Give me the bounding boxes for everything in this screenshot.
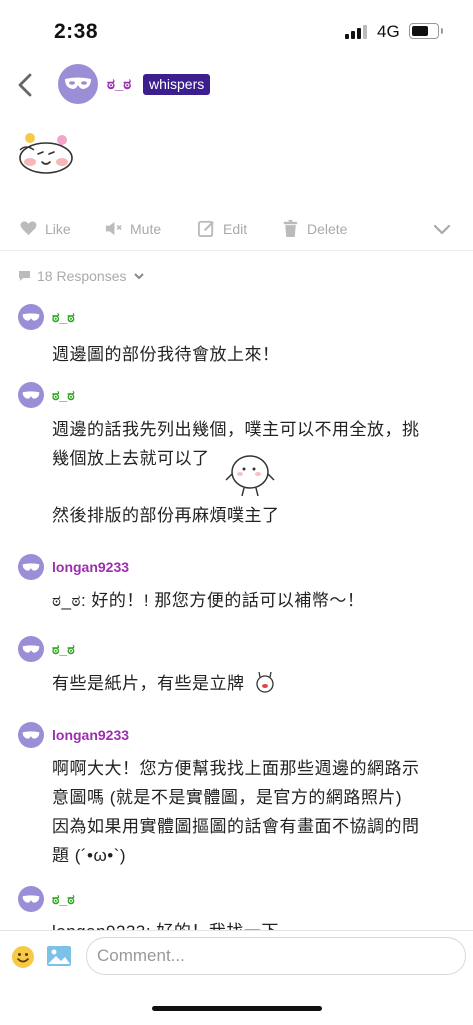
- edit-icon: [197, 220, 214, 238]
- blob-sticker-image: [225, 455, 275, 497]
- home-indicator: [152, 1006, 322, 1011]
- commenter-avatar[interactable]: [18, 636, 44, 662]
- bunny-sticker-image: [256, 671, 274, 693]
- status-time: 2:38: [54, 20, 99, 43]
- commenter-name[interactable]: longan9233: [52, 559, 129, 575]
- post-action-bar: Like Mute Edit Delete: [0, 214, 473, 251]
- network-label: 4G: [377, 22, 400, 41]
- responses-count: 18 Responses: [37, 268, 127, 284]
- edit-button[interactable]: Edit: [197, 219, 247, 238]
- status-bar: 2:38 4G: [0, 0, 473, 62]
- comment-line: 週邊的話我先列出幾個，噗主可以不用全放，挑: [52, 420, 420, 439]
- delete-label: Delete: [307, 220, 348, 237]
- speaker-mute-icon: [105, 221, 122, 236]
- responses-toggle[interactable]: 18 Responses: [18, 268, 145, 284]
- commenter-avatar[interactable]: [18, 304, 44, 330]
- commenter-avatar[interactable]: [18, 886, 44, 912]
- author-avatar[interactable]: [58, 64, 98, 104]
- comment-line: 意圖嗎 (就是不是實體圖，是官方的網路照片): [52, 788, 403, 807]
- mask-icon: [22, 562, 40, 571]
- emoji-icon[interactable]: [11, 945, 35, 969]
- comment-line: 因為如果用實體圖摳圖的話會有畫面不協調的問: [52, 817, 420, 836]
- mask-icon: [22, 894, 40, 903]
- commenter-name[interactable]: ಠ_ಠ: [52, 641, 75, 658]
- speech-bubble-icon: [19, 271, 30, 281]
- comment-line: 有些是紙片，有些是立牌: [52, 674, 245, 693]
- comment-line: 週邊圖的部份我待會放上來！: [52, 345, 280, 364]
- chevron-down-icon: [133, 273, 144, 280]
- rabbit-sticker-image: [19, 133, 73, 174]
- delete-button[interactable]: Delete: [281, 219, 347, 238]
- comment-text: ಠ_ಠ: 好的！! 那您方便的話可以補幣～！: [52, 586, 452, 615]
- comment-line: 啊啊大大！您方便幫我找上面那些週邊的網路示: [52, 759, 420, 778]
- mute-button[interactable]: Mute: [104, 219, 161, 238]
- comment-input[interactable]: [86, 937, 466, 975]
- commenter-name[interactable]: ಠ_ಠ: [52, 309, 75, 326]
- signal-icon: [345, 25, 371, 39]
- trash-icon: [283, 219, 298, 238]
- battery-icon: [409, 23, 443, 39]
- commenter-name[interactable]: ಠ_ಠ: [52, 387, 75, 404]
- back-chevron-icon[interactable]: [14, 72, 36, 98]
- comment-line: 然後排版的部份再麻煩噗主了: [52, 506, 280, 525]
- commenter-name[interactable]: longan9233: [52, 727, 129, 743]
- commenter-avatar[interactable]: [18, 722, 44, 748]
- comment-text: 啊啊大大！您方便幫我找上面那些週邊的網路示 意圖嗎 (就是不是實體圖，是官方的網…: [52, 754, 452, 870]
- mask-icon: [22, 390, 40, 399]
- heart-icon: [20, 221, 37, 236]
- mask-icon: [65, 77, 91, 89]
- comment-text: 有些是紙片，有些是立牌: [52, 669, 452, 698]
- mute-label: Mute: [130, 220, 162, 237]
- like-button[interactable]: Like: [19, 219, 71, 238]
- comment-line: 題 (´•ω•`): [52, 846, 127, 865]
- commenter-name[interactable]: ಠ_ಠ: [52, 891, 75, 908]
- edit-label: Edit: [223, 220, 248, 237]
- like-label: Like: [45, 220, 71, 237]
- whispers-tag[interactable]: whispers: [143, 74, 211, 95]
- commenter-avatar[interactable]: [18, 554, 44, 580]
- mask-icon: [22, 730, 40, 739]
- comment-line: ಠ_ಠ: 好的！! 那您方便的話可以補幣～！: [52, 591, 365, 610]
- comment-text: 週邊圖的部份我待會放上來！: [52, 340, 452, 369]
- mask-icon: [22, 312, 40, 321]
- commenter-avatar[interactable]: [18, 382, 44, 408]
- mask-icon: [22, 644, 40, 653]
- more-chevron-icon[interactable]: [432, 223, 452, 237]
- photo-icon[interactable]: [46, 945, 72, 967]
- author-name[interactable]: ಠ_ಠ: [107, 76, 131, 93]
